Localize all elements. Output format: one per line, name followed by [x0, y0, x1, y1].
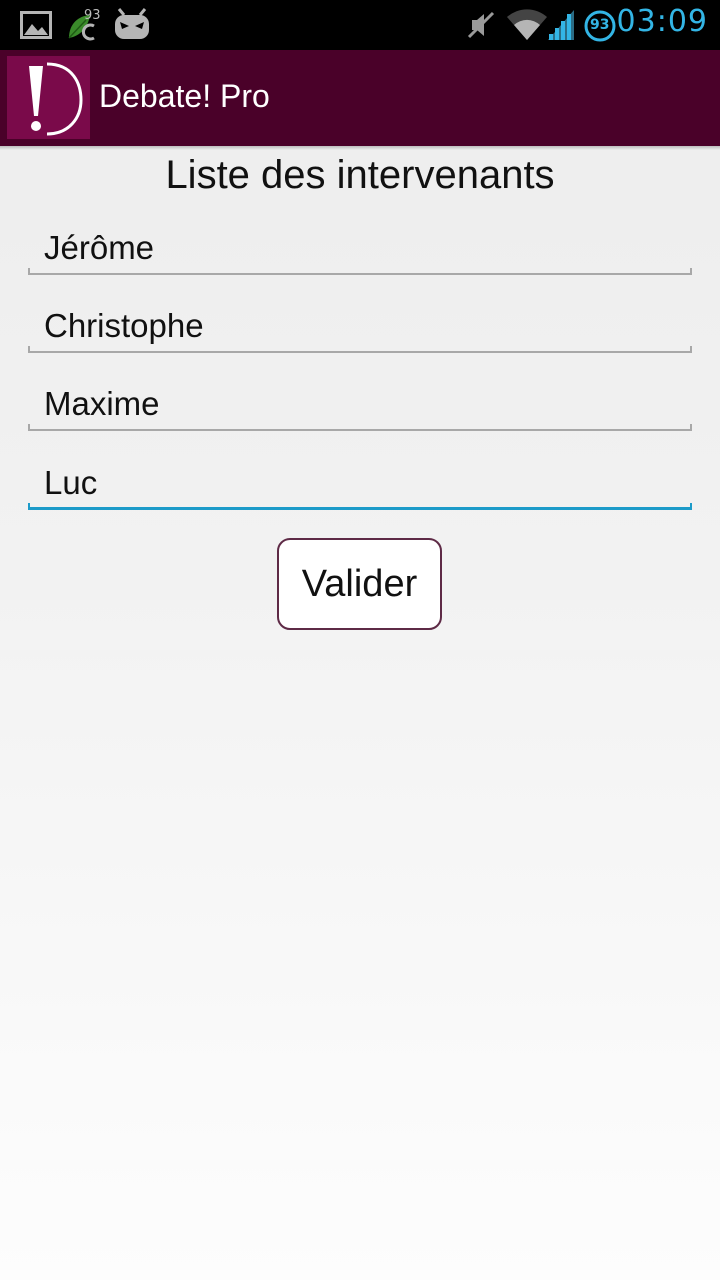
- notification-badge: 93: [84, 8, 101, 23]
- mute-icon: [467, 11, 495, 39]
- field-underline: [28, 424, 692, 431]
- participant-field-2[interactable]: [28, 303, 692, 353]
- participant-input-3[interactable]: [28, 381, 692, 427]
- signal-icon: [548, 10, 574, 40]
- participant-field-1[interactable]: [28, 225, 692, 275]
- status-bar: 93 93 03:09: [0, 0, 720, 50]
- field-underline-focused: [28, 503, 692, 510]
- android-mask-icon: [115, 8, 149, 39]
- page-title: Liste des intervenants: [165, 153, 555, 197]
- participant-input-4[interactable]: [28, 460, 692, 506]
- field-underline: [28, 346, 692, 353]
- validate-button[interactable]: Valider: [277, 538, 442, 630]
- battery-level: 93: [590, 17, 610, 33]
- wifi-icon: [507, 9, 547, 41]
- debate-logo-icon: [29, 62, 83, 136]
- field-underline: [28, 268, 692, 275]
- gallery-icon: [20, 11, 52, 39]
- participant-input-1[interactable]: [28, 225, 692, 271]
- action-bar: Debate! Pro: [0, 50, 720, 146]
- status-clock: 03:09: [616, 4, 708, 39]
- action-bar-shadow: [0, 146, 720, 150]
- participant-field-4[interactable]: [28, 460, 692, 510]
- app-logo-icon[interactable]: [7, 56, 90, 139]
- participant-input-2[interactable]: [28, 303, 692, 349]
- app-title: Debate! Pro: [99, 78, 270, 114]
- participant-field-3[interactable]: [28, 381, 692, 431]
